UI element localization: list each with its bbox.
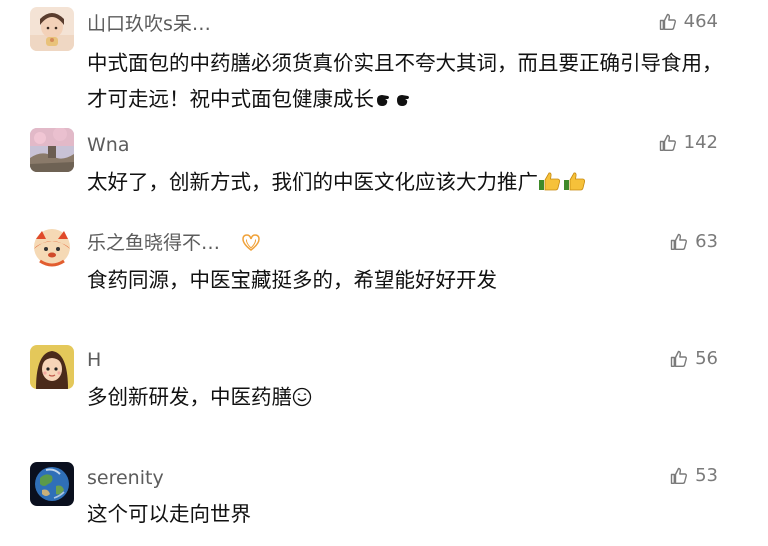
fist-emoji — [374, 84, 414, 120]
comment-text: 食药同源，中医宝藏挺多的，希望能好好开发 — [87, 268, 497, 292]
username[interactable]: 山口玖吹s呆… — [87, 12, 211, 36]
thumbs-up-icon — [658, 12, 678, 32]
like-count: 464 — [683, 11, 718, 32]
thumbs-up-icon — [669, 232, 689, 252]
like-button[interactable]: 56 — [669, 348, 718, 370]
avatar[interactable] — [30, 128, 74, 172]
comment-text: 太好了，创新方式，我们的中医文化应该大力推广 — [87, 164, 727, 203]
username[interactable]: 乐之鱼晓得不… — [87, 231, 220, 255]
thumbs-up-icon — [658, 133, 678, 153]
like-button[interactable]: 63 — [669, 231, 718, 253]
username[interactable]: serenity — [87, 466, 164, 490]
like-count: 142 — [683, 132, 718, 153]
thumbs-up-icon — [669, 466, 689, 486]
like-button[interactable]: 464 — [658, 11, 718, 33]
like-button[interactable]: 53 — [669, 465, 718, 487]
avatar[interactable] — [30, 7, 74, 51]
like-count: 56 — [695, 348, 718, 369]
avatar[interactable] — [30, 345, 74, 389]
avatar[interactable] — [30, 225, 74, 269]
like-count: 53 — [695, 465, 718, 486]
like-button[interactable]: 142 — [658, 132, 718, 154]
avatar[interactable] — [30, 462, 74, 506]
thumbs-up-emoji — [538, 167, 588, 203]
thumbs-up-icon — [669, 349, 689, 369]
orange-heart-badge-icon — [240, 233, 262, 253]
like-count: 63 — [695, 231, 718, 252]
username[interactable]: H — [87, 348, 101, 372]
comment-text: 这个可以走向世界 — [87, 502, 251, 526]
username[interactable]: Wna — [87, 133, 129, 157]
comment-text: 多创新研发，中医药膳 — [87, 379, 727, 418]
smile-emoji — [292, 382, 312, 418]
comment-text: 中式面包的中药膳必须货真价实且不夸大其词，而且要正确引导食用，才可走远！祝中式面… — [87, 45, 727, 120]
